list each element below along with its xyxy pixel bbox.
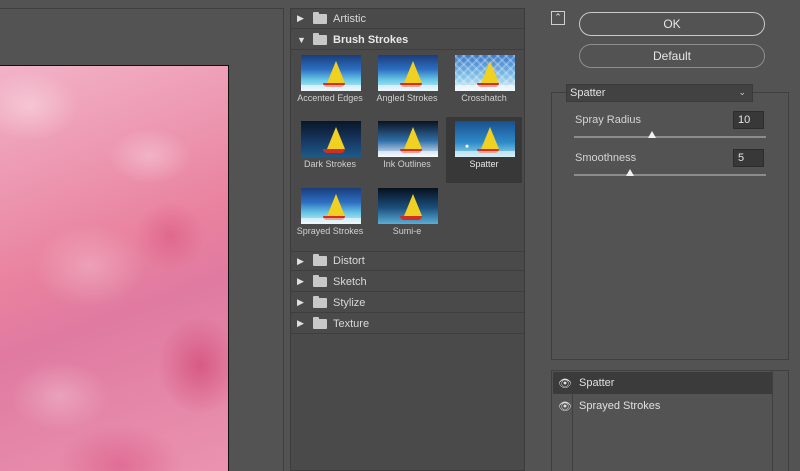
collapse-gallery-icon[interactable]: ⌃ [551,11,565,25]
folder-icon [313,316,327,329]
settings-panel: ⌃ OK Default Spatter ⌄ Spray Radius 10 S… [540,0,800,471]
eye-icon[interactable]: 👁 [553,400,577,413]
filter-select[interactable]: Spatter ⌄ [566,84,753,102]
thumbnail-label: Dark Strokes [303,159,356,169]
smoothness-input[interactable]: 5 [733,149,764,167]
thumb-spatter[interactable]: Spatter [446,117,522,183]
preview-pane [0,0,284,471]
category-label: Artistic [333,12,366,25]
thumb-angled-strokes[interactable]: Angled Strokes [369,51,445,117]
category-stylize[interactable]: ▶ Stylize [291,293,524,313]
thumbnail-image [301,121,361,157]
category-label: Texture [333,317,370,330]
filter-select-value: Spatter [570,87,606,99]
thumbnail-image [378,55,438,91]
default-button[interactable]: Default [579,44,765,68]
category-label: Distort [333,255,365,267]
chevron-down-icon: ⌄ [738,87,746,97]
thumbnail-image [301,55,361,91]
thumb-ink-outlines[interactable]: Ink Outlines [369,117,445,183]
divider [572,393,573,471]
effect-layers-list: 👁 Spatter 👁 Sprayed Strokes [551,370,789,471]
slider-handle[interactable] [626,169,634,176]
expand-triangle-icon: ▶ [297,297,304,307]
ok-button[interactable]: OK [579,12,765,36]
thumbnail-image [455,55,515,91]
thumbnail-label: Sumi-e [392,226,422,236]
effect-layer-item[interactable]: 👁 Spatter [553,372,772,394]
spray-radius-slider[interactable] [574,131,766,138]
thumb-crosshatch[interactable]: Crosshatch [446,51,522,117]
category-sketch[interactable]: ▶ Sketch [291,272,524,292]
thumbnail-label: Ink Outlines [383,159,431,169]
slider-handle[interactable] [648,131,656,138]
smoothness-label: Smoothness [575,152,637,164]
category-texture[interactable]: ▶ Texture [291,314,524,334]
filter-settings-box [551,92,789,360]
spray-radius-input[interactable]: 10 [733,111,764,129]
category-label: Brush Strokes [333,33,409,46]
thumb-sprayed-strokes[interactable]: Sprayed Strokes [292,184,368,250]
thumbnail-image [301,188,361,224]
thumbnail-label: Sprayed Strokes [296,226,364,236]
folder-icon [313,32,327,45]
thumb-accented-edges[interactable]: Accented Edges [292,51,368,117]
expand-triangle-icon: ▶ [297,276,304,286]
preview-canvas[interactable] [0,65,229,471]
expand-triangle-icon: ▶ [297,255,304,266]
thumb-sumi-e[interactable]: Sumi-e [369,184,445,250]
spray-radius-label: Spray Radius [575,114,642,126]
effect-layer-item[interactable]: 👁 Sprayed Strokes [553,395,772,417]
thumbnail-label: Crosshatch [461,93,507,103]
thumbnail-image [378,188,438,224]
thumbnail-image [378,121,438,157]
category-artistic[interactable]: ▶ Artistic [291,9,524,29]
thumb-dark-strokes[interactable]: Dark Strokes [292,117,368,183]
collapse-triangle-icon: ▼ [297,34,306,45]
category-brush-strokes[interactable]: ▼ Brush Strokes [291,30,524,50]
category-distort[interactable]: ▶ Distort [291,251,524,271]
thumbnail-label: Angled Strokes [376,93,438,103]
effect-layer-name: Spatter [579,377,615,389]
category-label: Sketch [333,275,367,288]
thumbnail-label: Spatter [469,159,499,169]
category-label: Stylize [333,296,366,309]
folder-icon [313,274,327,287]
folder-icon [313,11,327,24]
scrollbar[interactable] [772,371,788,471]
smoothness-slider[interactable] [574,169,766,176]
eye-icon[interactable]: 👁 [553,377,577,390]
folder-icon [313,254,327,266]
filter-gallery: ▶ Artistic ▼ Brush Strokes Accented Edge… [290,8,525,471]
folder-icon [313,295,327,308]
expand-triangle-icon: ▶ [297,13,304,23]
effect-layer-name: Sprayed Strokes [579,400,661,412]
expand-triangle-icon: ▶ [297,318,304,328]
thumbnail-label: Accented Edges [297,93,363,103]
thumbnail-image [455,121,515,157]
